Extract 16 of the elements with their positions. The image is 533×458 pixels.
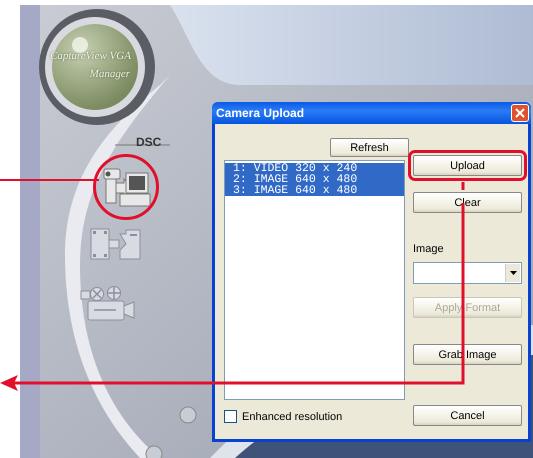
format-dropdown[interactable] — [413, 262, 522, 284]
refresh-button[interactable]: Refresh — [330, 138, 409, 157]
window-title: Camera Upload — [216, 106, 304, 120]
file-list-item[interactable]: 2: IMAGE 640 x 480 — [225, 174, 404, 185]
movie-camera-icon[interactable] — [80, 286, 136, 322]
checkbox[interactable] — [224, 410, 237, 423]
mode-label: DSC — [136, 135, 162, 149]
cancel-button[interactable]: Cancel — [413, 405, 522, 426]
close-icon — [515, 108, 525, 118]
file-list-item[interactable]: 1: VIDEO 320 x 240 — [225, 163, 404, 174]
checkbox-label: Enhanced resolution — [242, 410, 342, 422]
image-format-label: Image — [413, 243, 445, 255]
camera-to-computer-icon[interactable] — [102, 167, 152, 209]
close-button[interactable] — [511, 104, 529, 122]
file-list-item[interactable]: 3: IMAGE 640 x 480 — [225, 185, 404, 196]
dropdown-arrow-icon — [510, 271, 516, 275]
